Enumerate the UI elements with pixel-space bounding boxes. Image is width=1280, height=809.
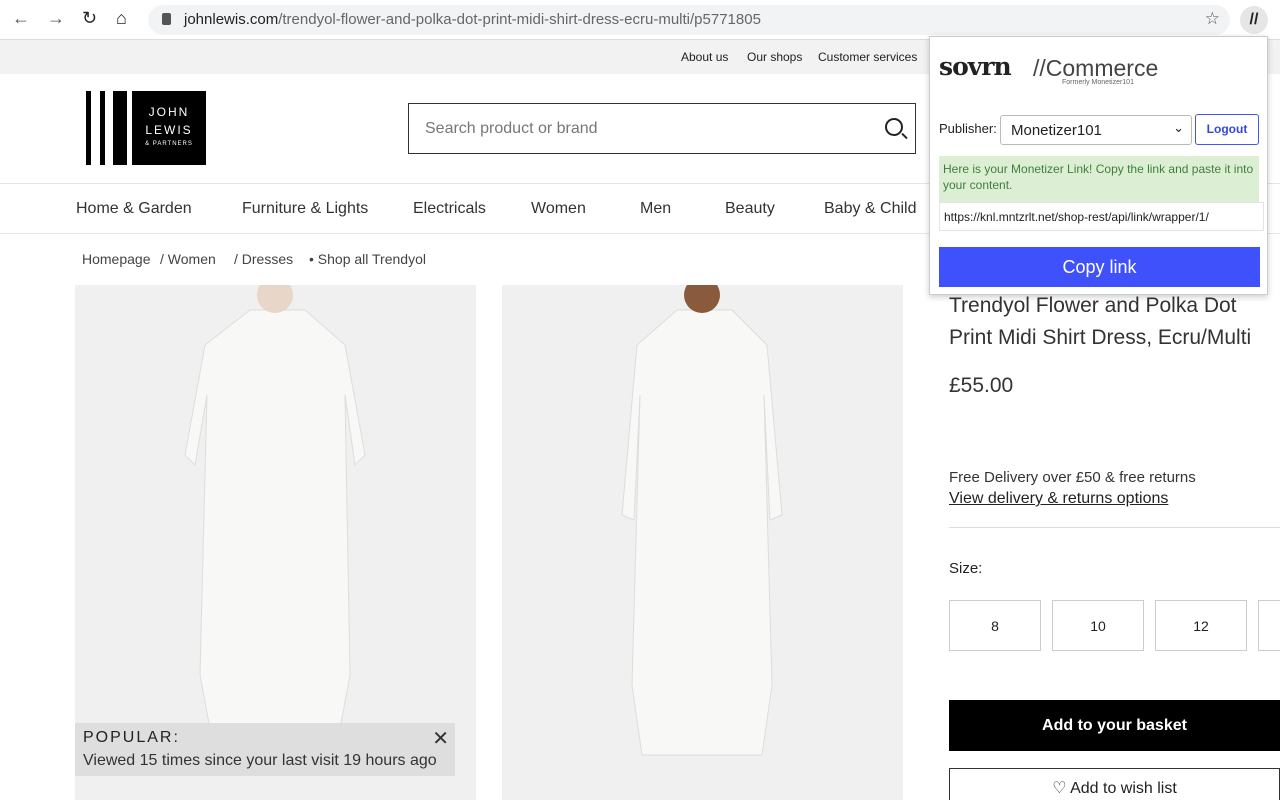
search-input[interactable]: Search product or brand — [408, 103, 916, 154]
logo-line3: & PARTNERS — [145, 141, 193, 147]
publisher-select[interactable]: Monetizer101 ⌄ — [1000, 115, 1192, 145]
url-domain: johnlewis.com — [184, 11, 279, 28]
customer-services-link[interactable]: Customer services — [818, 50, 917, 64]
back-icon[interactable]: ← — [12, 8, 30, 29]
size-label: Size: — [949, 560, 983, 577]
breadcrumb-trendyol[interactable]: • Shop all Trendyol — [309, 251, 426, 267]
search-icon[interactable] — [885, 118, 903, 136]
breadcrumb-women[interactable]: / Women — [160, 251, 216, 267]
address-bar[interactable]: johnlewis.com/trendyol-flower-and-polka-… — [148, 5, 1230, 35]
add-to-wishlist-button[interactable]: ♡ Add to wish list — [949, 768, 1280, 800]
nav-baby-child[interactable]: Baby & Child — [824, 200, 917, 218]
our-shops-link[interactable]: Our shops — [747, 50, 802, 64]
search-placeholder: Search product or brand — [425, 120, 598, 137]
breadcrumb-homepage[interactable]: Homepage — [82, 251, 151, 267]
about-us-link[interactable]: About us — [681, 50, 728, 64]
wishlist-label: Add to wish list — [1070, 780, 1177, 797]
popular-title: POPULAR: — [83, 729, 180, 746]
john-lewis-logo[interactable]: JOHN LEWIS & PARTNERS — [86, 91, 206, 165]
sovrn-extension-icon[interactable]: // — [1240, 6, 1268, 34]
nav-beauty[interactable]: Beauty — [725, 200, 775, 218]
dress-back-illustration — [621, 277, 783, 756]
nav-women[interactable]: Women — [531, 200, 586, 218]
sovrn-logo: sovrn — [939, 52, 1012, 81]
copy-link-button[interactable]: Copy link — [939, 247, 1260, 287]
size-option[interactable] — [1258, 600, 1280, 651]
monetizer-link-field[interactable]: https://knl.mntzrlt.net/shop-rest/api/li… — [939, 202, 1264, 231]
nav-electricals[interactable]: Electricals — [413, 200, 486, 218]
chevron-down-icon: ⌄ — [1173, 120, 1184, 135]
nav-furniture-lights[interactable]: Furniture & Lights — [242, 200, 368, 218]
divider — [949, 527, 1280, 528]
reload-icon[interactable]: ↻ — [82, 8, 97, 29]
forward-icon[interactable]: → — [47, 8, 65, 29]
nav-men[interactable]: Men — [640, 200, 671, 218]
sovrn-extension-popup: sovrn //Commerce Formerly Monetizer101 P… — [929, 36, 1268, 295]
size-option[interactable]: 10 — [1052, 600, 1144, 651]
logo-line1: JOHN — [148, 105, 190, 119]
success-message: Here is your Monetizer Link! Copy the li… — [939, 156, 1259, 202]
add-to-basket-button[interactable]: Add to your basket — [949, 700, 1280, 751]
size-option[interactable]: 8 — [949, 600, 1041, 651]
close-icon[interactable]: ✕ — [432, 726, 449, 751]
size-option[interactable]: 12 — [1155, 600, 1247, 651]
publisher-label: Publisher: — [939, 121, 997, 136]
breadcrumb-dresses[interactable]: / Dresses — [234, 251, 293, 267]
logout-button[interactable]: Logout — [1195, 114, 1259, 145]
product-image-back[interactable] — [502, 277, 903, 800]
home-icon[interactable]: ⌂ — [116, 8, 127, 29]
popular-banner: POPULAR: Viewed 15 times since your last… — [75, 723, 455, 776]
commerce-logo-text: //Commerce — [1033, 55, 1159, 81]
popular-text: Viewed 15 times since your last visit 19… — [83, 752, 437, 769]
product-price: £55.00 — [949, 374, 1014, 397]
bookmark-star-icon[interactable]: ☆ — [1205, 9, 1220, 29]
browser-toolbar: ← → ↻ ⌂ johnlewis.com/trendyol-flower-an… — [0, 0, 1280, 40]
nav-home-garden[interactable]: Home & Garden — [76, 200, 192, 218]
logo-line2: LEWIS — [145, 123, 193, 137]
lock-icon — [162, 13, 171, 25]
delivery-info: Free Delivery over £50 & free returns — [949, 469, 1196, 486]
product-title: Trendyol Flower and Polka Dot Print Midi… — [949, 294, 1252, 349]
url-path: /trendyol-flower-and-polka-dot-print-mid… — [278, 11, 761, 28]
publisher-value: Monetizer101 — [1011, 122, 1102, 139]
delivery-options-link[interactable]: View delivery & returns options — [949, 490, 1168, 508]
formerly-text: Formerly Monetizer101 — [1062, 79, 1134, 86]
heart-icon: ♡ — [1052, 780, 1071, 797]
